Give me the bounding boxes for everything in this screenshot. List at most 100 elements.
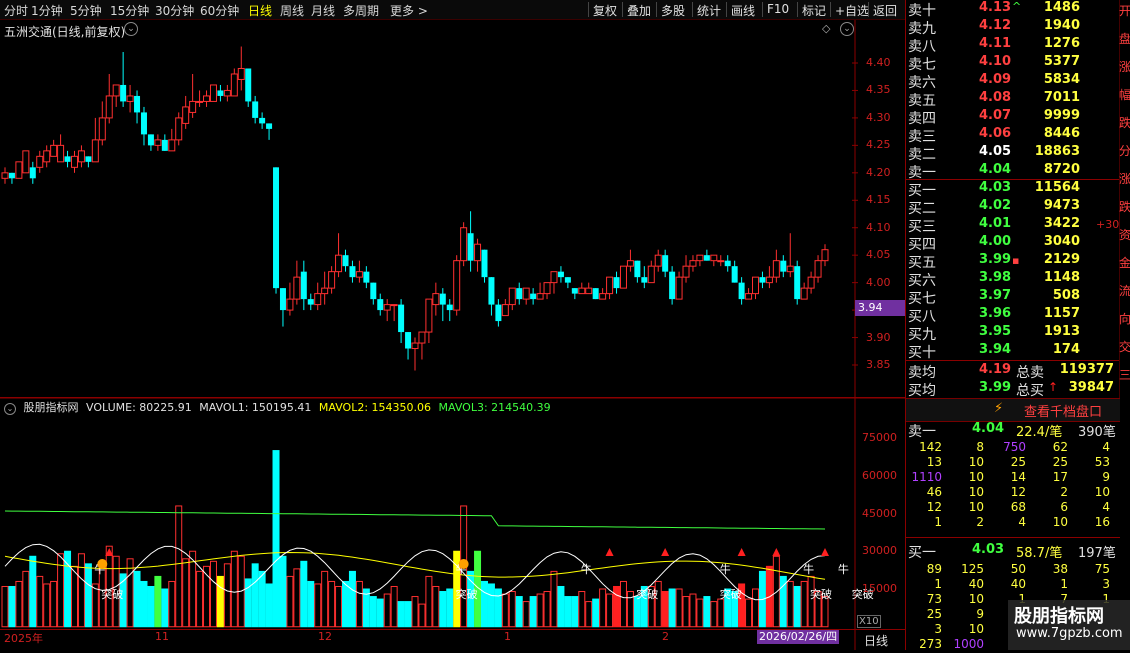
volume-bar[interactable] (439, 591, 447, 628)
candle[interactable] (266, 123, 273, 140)
volume-bar[interactable] (147, 585, 155, 628)
candle[interactable] (390, 304, 398, 322)
volume-bar[interactable] (599, 588, 607, 628)
sidebar-tab-char[interactable]: 资 (1119, 228, 1130, 242)
volume-bar[interactable] (22, 570, 30, 628)
volume-bar[interactable] (675, 588, 683, 628)
candle[interactable] (585, 282, 593, 295)
volume-bar[interactable] (105, 545, 113, 628)
volume-bar[interactable] (223, 563, 231, 628)
candle[interactable] (765, 266, 773, 289)
bid-row[interactable]: 买八 3.96 1157 (906, 306, 1120, 325)
candle[interactable] (29, 161, 36, 184)
candle[interactable] (98, 101, 106, 146)
candle[interactable] (43, 145, 51, 168)
candle[interactable] (794, 260, 801, 305)
ask-row[interactable]: 卖一 4.04 8720 (906, 162, 1120, 181)
volume-bar[interactable] (592, 598, 600, 628)
toolbar-button-2[interactable]: 多股 (661, 2, 685, 19)
panel-menu-icon[interactable]: ⌄ (840, 22, 854, 36)
candle[interactable] (307, 293, 314, 311)
candle[interactable] (182, 95, 190, 129)
volume-bar[interactable] (571, 596, 579, 628)
candle[interactable] (488, 277, 495, 316)
ask-row[interactable]: 卖八 4.11 1276 (906, 36, 1120, 55)
candle[interactable] (516, 282, 523, 305)
sidebar-tab-char[interactable]: 分 (1119, 144, 1130, 158)
candle[interactable] (626, 249, 634, 272)
candle[interactable] (564, 277, 571, 289)
volume-bar[interactable] (793, 585, 801, 628)
candle[interactable] (522, 287, 530, 305)
candle[interactable] (557, 266, 564, 283)
candle[interactable] (237, 46, 245, 91)
sidebar-tab-char[interactable]: 三 (1119, 368, 1130, 382)
candle[interactable] (36, 150, 44, 173)
candle[interactable] (814, 255, 822, 283)
candle[interactable] (286, 282, 294, 316)
volume-bar[interactable] (293, 568, 301, 628)
candle[interactable] (405, 332, 412, 360)
candle[interactable] (64, 150, 71, 168)
candle[interactable] (821, 244, 829, 267)
candle[interactable] (571, 288, 578, 300)
candle[interactable] (550, 271, 558, 294)
sidebar-tab-char[interactable]: 金 (1119, 256, 1130, 270)
volume-bar[interactable] (536, 593, 544, 628)
volume-bar[interactable] (272, 450, 280, 628)
volume-bar[interactable] (230, 550, 238, 628)
candle[interactable] (245, 68, 252, 107)
volume-bar[interactable] (126, 558, 134, 628)
volume-bar[interactable] (446, 588, 454, 628)
volume-bar[interactable] (314, 583, 322, 628)
candle[interactable] (641, 266, 648, 289)
period-tab-9[interactable]: 多周期 (343, 2, 379, 19)
volume-bar[interactable] (633, 596, 641, 628)
volume-bar[interactable] (710, 601, 718, 628)
volume-bar[interactable] (369, 596, 377, 628)
volume-bar[interactable] (703, 596, 711, 628)
volume-bar[interactable] (585, 601, 593, 628)
volume-bar[interactable] (543, 591, 551, 628)
thousand-level-bar[interactable]: ⚡ 查看千档盘口 (906, 398, 1120, 422)
sidebar-tab-char[interactable]: 向 (1119, 312, 1130, 326)
candle[interactable] (209, 84, 217, 102)
volume-bar[interactable] (619, 580, 627, 628)
candle[interactable] (112, 84, 120, 107)
candle[interactable] (154, 134, 162, 151)
volume-chart-panel[interactable]: 牛突破牛突破牛突破牛突破牛突破牛突破 (0, 397, 906, 650)
volume-bar[interactable] (29, 555, 37, 628)
volume-bar[interactable] (182, 558, 190, 628)
candle[interactable] (717, 255, 725, 267)
candle[interactable] (724, 255, 731, 272)
bid-row[interactable]: 买二 4.02 9473 (906, 198, 1120, 217)
volume-bar[interactable] (70, 565, 78, 628)
volume-bar[interactable] (432, 585, 440, 628)
candle[interactable] (189, 73, 197, 118)
candle[interactable] (780, 255, 787, 278)
candle[interactable] (57, 134, 65, 163)
volume-bar[interactable] (307, 580, 315, 628)
candle[interactable] (273, 167, 280, 294)
candle[interactable] (105, 73, 113, 124)
volume-bar[interactable] (515, 596, 523, 628)
candle[interactable] (8, 172, 15, 184)
volume-bar[interactable] (258, 570, 266, 628)
candle[interactable] (647, 260, 655, 284)
volume-bar[interactable] (682, 596, 690, 628)
candle[interactable] (745, 288, 753, 300)
candle[interactable] (328, 266, 336, 294)
candle[interactable] (252, 95, 259, 124)
candle[interactable] (342, 249, 349, 272)
ask-row[interactable]: 卖十 4.13 1486 ^ (906, 0, 1120, 19)
candle[interactable] (259, 112, 266, 129)
volume-bar[interactable] (786, 580, 794, 628)
candle[interactable] (481, 249, 488, 283)
bid-row[interactable]: 买九 3.95 1913 (906, 324, 1120, 343)
volume-bar[interactable] (77, 553, 85, 628)
period-tab-4[interactable]: 30分钟 (155, 2, 194, 19)
candle[interactable] (196, 90, 204, 107)
candle[interactable] (446, 299, 453, 322)
candle[interactable] (223, 84, 231, 102)
candle[interactable] (335, 233, 343, 278)
